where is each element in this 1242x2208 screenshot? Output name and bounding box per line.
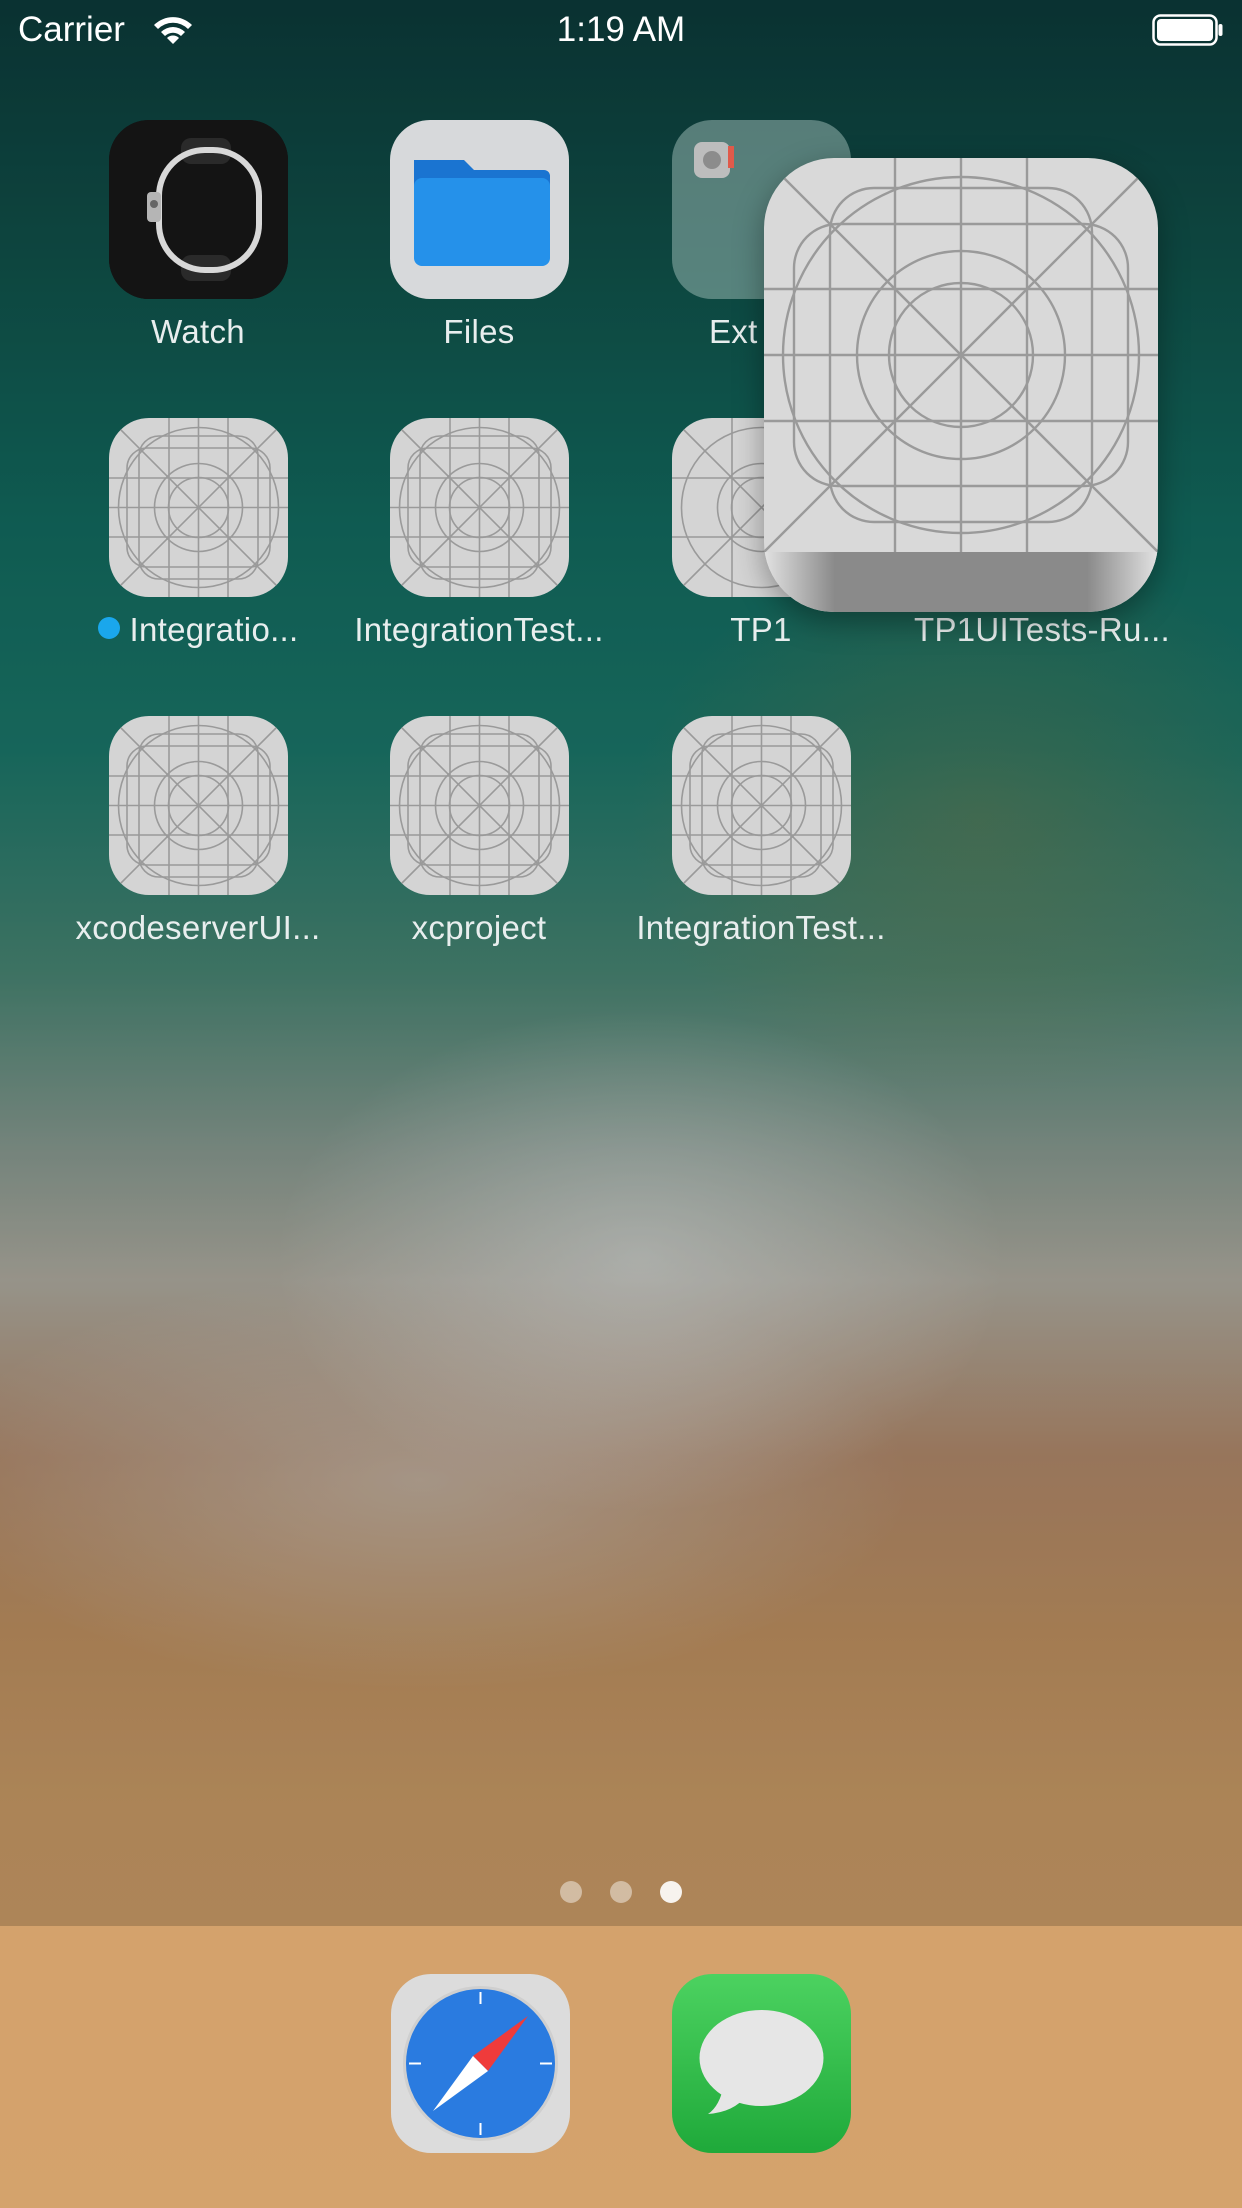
app-label: Integratio...	[68, 611, 328, 649]
page-dot[interactable]	[559, 1881, 582, 1903]
safari-icon[interactable]	[391, 1974, 570, 2153]
messages-icon[interactable]	[672, 1974, 851, 2153]
app-watch[interactable]: Watch	[68, 120, 328, 351]
app-label: IntegrationTest...	[354, 611, 604, 648]
folder-icon	[389, 120, 569, 299]
page-dot-current[interactable]	[660, 1881, 683, 1903]
page-indicator[interactable]	[0, 1881, 1242, 1908]
app-integration-2[interactable]: IntegrationTest...	[349, 418, 609, 649]
app-placeholder-icon	[108, 418, 288, 597]
app-label: TP1UITests-Ru...	[913, 611, 1171, 648]
battery-icon	[1152, 14, 1224, 46]
app-placeholder-icon	[671, 716, 851, 895]
dragged-app-icon[interactable]	[764, 158, 1158, 612]
app-label: xcodeserverUI...	[75, 909, 321, 946]
app-xcodeserverui[interactable]: xcodeserverUI...	[68, 716, 328, 947]
app-placeholder-icon	[389, 716, 569, 895]
app-placeholder-icon	[389, 418, 569, 597]
app-label-text: Integratio...	[129, 611, 299, 648]
app-label: Files	[443, 313, 515, 350]
app-integration-1[interactable]: Integratio...	[68, 418, 328, 649]
watch-icon	[108, 120, 288, 299]
app-label: xcproject	[411, 909, 547, 946]
app-xcproject[interactable]: xcproject	[349, 716, 609, 947]
page-dot[interactable]	[610, 1881, 632, 1903]
app-files[interactable]: Files	[349, 120, 609, 351]
app-label: Watch	[151, 313, 245, 350]
app-placeholder-icon	[108, 716, 288, 895]
app-integration-3[interactable]: IntegrationTest...	[631, 716, 891, 947]
app-label: IntegrationTest...	[636, 909, 886, 946]
app-label: TP1	[730, 611, 792, 648]
dock	[0, 1926, 1242, 2208]
status-time: 1:19 AM	[556, 10, 686, 49]
new-install-dot	[97, 617, 120, 639]
status-bar: Carrier 1:19 AM	[0, 0, 1242, 62]
